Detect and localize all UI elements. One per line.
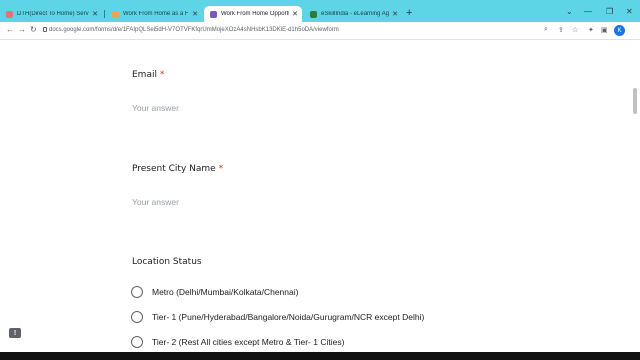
address-bar[interactable]: docs.google.com/forms/d/e/1FAIpQLSei5dH-…: [49, 27, 339, 33]
tab-favicon-icon: [112, 10, 119, 18]
radio-button[interactable]: [131, 336, 143, 348]
tab-eskillindia[interactable]: eSkillIndia - eLearning Aggregat... ✕: [304, 6, 402, 22]
browser-tab-strip: DTH(Direct To Home) Service Pr... ✕ Work…: [0, 0, 640, 22]
email-label: Email: [132, 70, 157, 80]
lock-icon[interactable]: [43, 27, 47, 32]
tab-title: eSkillIndia - eLearning Aggregat...: [321, 11, 390, 17]
option-label: Tier- 2 (Rest All cities except Metro & …: [152, 337, 345, 347]
option-label: Metro (Delhi/Mumbai/Kolkata/Chennai): [152, 287, 299, 297]
search-icon[interactable]: ⌕: [544, 26, 548, 34]
feedback-icon[interactable]: !: [9, 328, 21, 338]
city-label: Present City Name: [132, 164, 216, 174]
tab-work-from-home-opportunity[interactable]: Work From Home Opportunity... ✕: [204, 6, 302, 22]
location-option-tier2[interactable]: Tier- 2 (Rest All cities except Metro & …: [131, 336, 344, 348]
sidebar-icon[interactable]: ▣: [601, 26, 608, 34]
location-status-label: Location Status: [132, 257, 202, 267]
form-content: Email * Your answer Present City Name * …: [0, 41, 640, 360]
extensions-icon[interactable]: ✦: [588, 26, 594, 34]
location-option-tier1[interactable]: Tier- 1 (Pune/Hyderabad/Bangalore/Noida/…: [131, 311, 424, 323]
radio-button[interactable]: [131, 286, 143, 298]
tab-favicon-icon: [6, 10, 13, 18]
tab-title: Work From Home as a Freelance...: [123, 11, 189, 17]
browser-toolbar: ← → ↻ docs.google.com/forms/d/e/1FAIpQLS…: [0, 22, 640, 40]
taskbar: [0, 352, 640, 360]
required-mark: *: [218, 164, 224, 174]
plus-icon[interactable]: +: [406, 8, 412, 19]
option-label: Tier- 1 (Pune/Hyderabad/Bangalore/Noida/…: [152, 312, 425, 322]
close-icon[interactable]: ✕: [392, 10, 398, 18]
tab-favicon-icon: [310, 10, 317, 18]
restore-icon[interactable]: ❐: [606, 7, 613, 16]
close-icon[interactable]: ✕: [192, 10, 198, 18]
share-icon[interactable]: ⇪: [558, 26, 564, 34]
chevron-down-icon[interactable]: ⌄: [566, 7, 573, 16]
email-field[interactable]: Your answer: [132, 103, 179, 113]
close-window-icon[interactable]: ✕: [626, 7, 633, 16]
tab-title: DTH(Direct To Home) Service Pr...: [17, 11, 89, 17]
star-icon[interactable]: ☆: [572, 26, 578, 34]
minimize-icon[interactable]: —: [584, 7, 592, 16]
close-icon[interactable]: ✕: [292, 10, 298, 18]
location-option-metro[interactable]: Metro (Delhi/Mumbai/Kolkata/Chennai): [131, 286, 298, 298]
tab-freelance[interactable]: Work From Home as a Freelance... ✕: [106, 6, 202, 22]
required-mark: *: [159, 70, 165, 80]
email-question: Email *: [132, 70, 164, 80]
scrollbar-thumb[interactable]: [633, 88, 637, 114]
close-icon[interactable]: ✕: [92, 10, 98, 18]
back-icon[interactable]: ←: [6, 25, 14, 34]
avatar[interactable]: K: [614, 25, 625, 36]
tab-dth-service[interactable]: DTH(Direct To Home) Service Pr... ✕: [0, 6, 102, 22]
tab-title: Work From Home Opportunity...: [221, 11, 289, 17]
google-forms-icon: [210, 10, 217, 18]
tab-divider: [104, 10, 105, 18]
city-field[interactable]: Your answer: [132, 197, 179, 207]
reload-icon[interactable]: ↻: [30, 25, 37, 34]
forward-icon[interactable]: →: [18, 25, 26, 34]
radio-button[interactable]: [131, 311, 143, 323]
city-question: Present City Name *: [132, 164, 223, 174]
